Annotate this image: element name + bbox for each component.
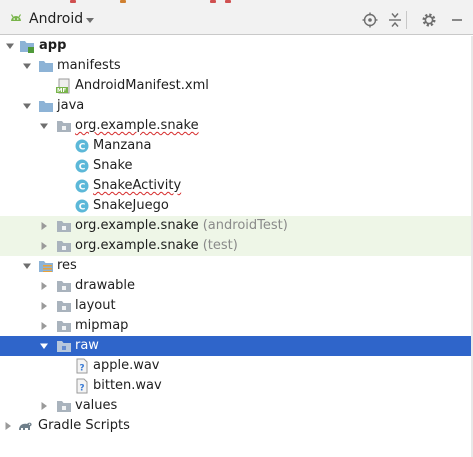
tree-item-app[interactable]: app <box>0 36 473 56</box>
tree-item-label: raw <box>75 338 99 353</box>
tree-item-class-snake[interactable]: C Snake <box>0 156 473 176</box>
tree-item-java[interactable]: java <box>0 96 473 116</box>
folder-icon <box>38 58 54 74</box>
tree-item-label: res <box>57 258 77 273</box>
tree-item-label: layout <box>75 298 116 313</box>
package-name: org.example.snake <box>75 218 199 233</box>
tree-item-android-manifest[interactable]: MF AndroidManifest.xml <box>0 76 473 96</box>
package-icon <box>56 238 72 254</box>
chevron-down-icon[interactable] <box>85 15 95 25</box>
source-set-suffix: (test) <box>202 238 238 253</box>
manifest-file-icon: MF <box>56 78 72 94</box>
class-icon: C <box>74 138 90 154</box>
tree-item-class-snake-juego[interactable]: C SnakeJuego <box>0 196 473 216</box>
collapsed-arrow-icon[interactable] <box>38 280 50 292</box>
locate-icon[interactable] <box>362 12 378 28</box>
indicator-dot <box>225 0 231 3</box>
indicator-dot <box>120 0 126 3</box>
collapsed-arrow-icon[interactable] <box>38 220 50 232</box>
toolbar-divider <box>406 11 407 29</box>
expanded-arrow-icon[interactable] <box>4 40 16 52</box>
tree-item-raw[interactable]: raw <box>0 336 473 356</box>
folder-icon <box>56 338 72 354</box>
tree-item-package-test[interactable]: org.example.snake (test) <box>0 236 473 256</box>
tree-item-label: Snake <box>93 158 133 173</box>
tree-item-label: org.example.snake (test) <box>75 238 238 254</box>
collapsed-arrow-icon[interactable] <box>38 320 50 332</box>
tree-item-label: values <box>75 398 118 413</box>
class-icon: C <box>74 158 90 174</box>
minimize-icon[interactable] <box>449 12 465 28</box>
tree-item-label: org.example.snake (androidTest) <box>75 218 288 234</box>
indicator-dot <box>70 0 76 3</box>
tree-item-class-manzana[interactable]: C Manzana <box>0 136 473 156</box>
project-view-selector[interactable]: Android <box>29 11 83 27</box>
tree-item-label: SnakeActivity <box>93 178 182 193</box>
manifest-badge: MF <box>57 88 66 94</box>
expanded-arrow-icon[interactable] <box>21 260 33 272</box>
tree-item-label: mipmap <box>75 318 129 333</box>
tree-item-layout[interactable]: layout <box>0 296 473 316</box>
gear-icon[interactable] <box>421 12 437 28</box>
package-icon <box>56 118 72 134</box>
project-toolbar: Android <box>0 4 473 35</box>
expanded-arrow-icon[interactable] <box>38 340 50 352</box>
tree-item-label: Manzana <box>93 138 152 153</box>
expanded-arrow-icon[interactable] <box>21 60 33 72</box>
tree-item-manifests[interactable]: manifests <box>0 56 473 76</box>
class-badge: C <box>79 182 86 192</box>
tree-item-bitten-wav[interactable]: ? bitten.wav <box>0 376 473 396</box>
tree-item-label: drawable <box>75 278 136 293</box>
project-tree: app manifests MF AndroidManifest.xml jav <box>0 36 473 457</box>
folder-icon <box>56 318 72 334</box>
tree-item-label: java <box>57 98 85 113</box>
package-icon <box>56 218 72 234</box>
indicator-dot <box>210 0 216 3</box>
class-badge: C <box>79 162 86 172</box>
tree-item-label: apple.wav <box>93 358 160 373</box>
tree-item-package-android-test[interactable]: org.example.snake (androidTest) <box>0 216 473 236</box>
resources-folder-icon <box>38 258 54 274</box>
expanded-arrow-icon[interactable] <box>21 100 33 112</box>
tree-item-label: AndroidManifest.xml <box>75 78 209 93</box>
tree-item-label: app <box>39 38 67 53</box>
tree-item-drawable[interactable]: drawable <box>0 276 473 296</box>
tree-item-gradle-scripts[interactable]: Gradle Scripts <box>0 416 473 436</box>
class-badge: C <box>79 142 86 152</box>
tree-item-res[interactable]: res <box>0 256 473 276</box>
expanded-arrow-icon[interactable] <box>38 120 50 132</box>
module-folder-icon <box>19 38 35 54</box>
tree-item-values[interactable]: values <box>0 396 473 416</box>
tree-item-label: Gradle Scripts <box>38 418 130 433</box>
tree-item-label: SnakeJuego <box>93 198 169 213</box>
unknown-file-icon: ? <box>74 378 90 394</box>
folder-icon <box>56 278 72 294</box>
android-icon <box>8 11 24 27</box>
folder-icon <box>56 398 72 414</box>
class-icon: C <box>74 178 90 194</box>
tree-item-label: manifests <box>57 58 121 73</box>
collapsed-arrow-icon[interactable] <box>2 420 14 432</box>
package-name: org.example.snake <box>75 238 199 253</box>
collapsed-arrow-icon[interactable] <box>38 300 50 312</box>
folder-icon <box>56 298 72 314</box>
class-badge: C <box>79 202 86 212</box>
unknown-file-icon: ? <box>74 358 90 374</box>
gradle-icon <box>17 418 33 434</box>
tree-item-mipmap[interactable]: mipmap <box>0 316 473 336</box>
collapsed-arrow-icon[interactable] <box>38 400 50 412</box>
collapse-all-icon[interactable] <box>387 12 403 28</box>
tree-item-package-main[interactable]: org.example.snake <box>0 116 473 136</box>
collapsed-arrow-icon[interactable] <box>38 240 50 252</box>
source-set-suffix: (androidTest) <box>202 218 288 233</box>
tree-item-apple-wav[interactable]: ? apple.wav <box>0 356 473 376</box>
class-icon: C <box>74 198 90 214</box>
unknown-file-badge: ? <box>79 384 84 394</box>
tree-item-label: bitten.wav <box>93 378 162 393</box>
folder-icon <box>38 98 54 114</box>
tree-item-class-snake-activity[interactable]: C SnakeActivity <box>0 176 473 196</box>
tree-item-label: org.example.snake <box>75 118 199 133</box>
unknown-file-badge: ? <box>79 364 84 374</box>
